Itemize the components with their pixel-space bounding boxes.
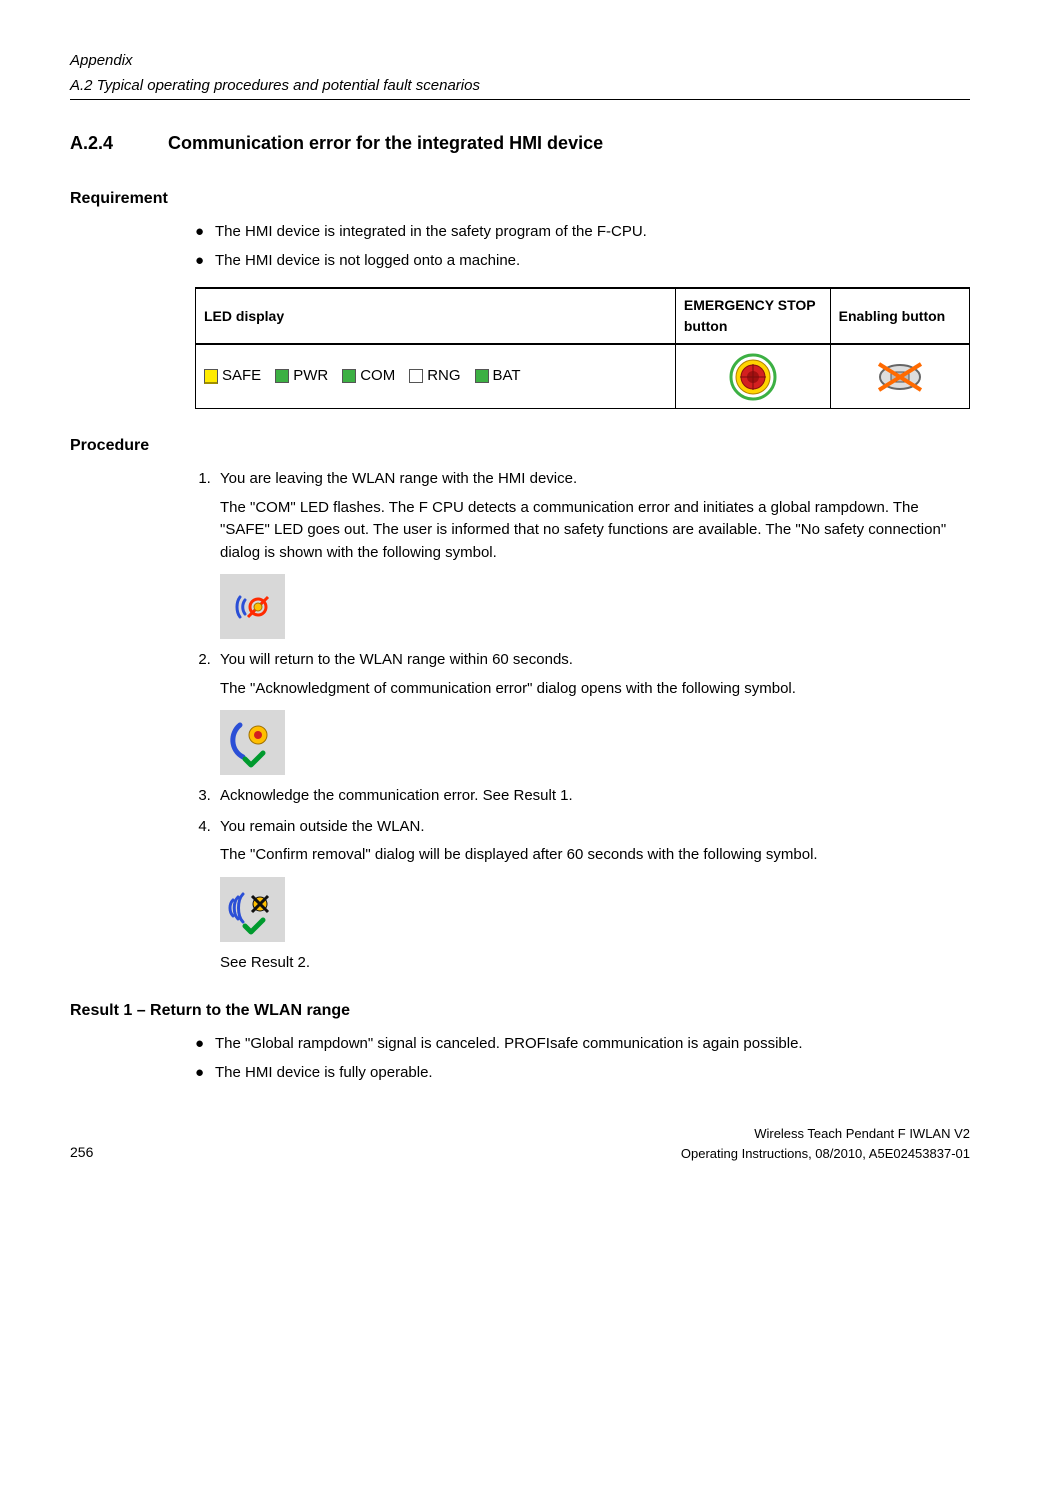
led-com: COM: [342, 365, 395, 388]
see-result2: See Result 2.: [220, 952, 970, 975]
no-safety-connection-icon: [220, 574, 285, 639]
th-estop: EMERGENCY STOP button: [675, 288, 830, 344]
led-square-yellow-icon: [204, 369, 218, 384]
led-square-green-icon: [275, 369, 289, 383]
requirement-list: The HMI device is integrated in the safe…: [195, 221, 970, 272]
result1-list: The "Global rampdown" signal is canceled…: [195, 1033, 970, 1084]
header-rule: [70, 99, 970, 100]
led-rng: RNG: [409, 365, 460, 388]
led-square-green-icon: [342, 369, 356, 383]
section-heading: A.2.4 Communication error for the integr…: [70, 130, 970, 157]
led-safe-label: SAFE: [222, 367, 261, 384]
step2-sub: The "Acknowledgment of communication err…: [220, 678, 970, 701]
led-pwr-label: PWR: [293, 367, 328, 384]
list-item: You are leaving the WLAN range with the …: [215, 468, 970, 639]
led-square-green-icon: [475, 369, 489, 383]
procedure-list: You are leaving the WLAN range with the …: [195, 468, 970, 974]
list-item: You remain outside the WLAN. The "Confir…: [215, 816, 970, 975]
step2-text: You will return to the WLAN range within…: [220, 651, 573, 668]
header-subtitle: A.2 Typical operating procedures and pot…: [70, 75, 970, 98]
led-rng-label: RNG: [427, 367, 460, 384]
page-footer: 256 Wireless Teach Pendant F IWLAN V2 Op…: [70, 1124, 970, 1163]
td-enable: [830, 344, 969, 409]
procedure-heading: Procedure: [70, 434, 970, 458]
led-pwr: PWR: [275, 365, 328, 388]
list-item: The HMI device is fully operable.: [195, 1062, 970, 1085]
step1-text: You are leaving the WLAN range with the …: [220, 470, 577, 487]
td-estop: [675, 344, 830, 409]
requirement-heading: Requirement: [70, 187, 970, 211]
th-led: LED display: [196, 288, 676, 344]
th-enable: Enabling button: [830, 288, 969, 344]
confirm-removal-icon: [220, 877, 285, 942]
led-bat: BAT: [475, 365, 521, 388]
header-appendix: Appendix: [70, 50, 970, 73]
led-square-grey-icon: [409, 369, 423, 383]
page-number: 256: [70, 1142, 93, 1163]
list-item: You will return to the WLAN range within…: [215, 649, 970, 775]
list-item: Acknowledge the communication error. See…: [215, 785, 970, 808]
result1-heading: Result 1 – Return to the WLAN range: [70, 999, 970, 1023]
emergency-stop-icon: [729, 353, 777, 401]
enabling-button-disabled-icon: [873, 358, 927, 396]
section-title: Communication error for the integrated H…: [168, 130, 603, 157]
footer-info: Operating Instructions, 08/2010, A5E0245…: [681, 1144, 970, 1164]
td-led-row: SAFE PWR COM RNG BAT: [196, 344, 676, 409]
list-item: The "Global rampdown" signal is canceled…: [195, 1033, 970, 1056]
led-com-label: COM: [360, 367, 395, 384]
list-item: The HMI device is integrated in the safe…: [195, 221, 970, 244]
led-safe: SAFE: [204, 365, 261, 388]
list-item: The HMI device is not logged onto a mach…: [195, 250, 970, 273]
step1-sub: The "COM" LED flashes. The F CPU detects…: [220, 497, 970, 565]
step3-text: Acknowledge the communication error. See…: [220, 787, 573, 804]
led-table: LED display EMERGENCY STOP button Enabli…: [195, 287, 970, 409]
section-number: A.2.4: [70, 130, 113, 157]
step4-text: You remain outside the WLAN.: [220, 818, 425, 835]
ack-comm-error-icon: [220, 710, 285, 775]
led-bat-label: BAT: [493, 367, 521, 384]
footer-doc: Wireless Teach Pendant F IWLAN V2: [681, 1124, 970, 1144]
step4-sub: The "Confirm removal" dialog will be dis…: [220, 844, 970, 867]
